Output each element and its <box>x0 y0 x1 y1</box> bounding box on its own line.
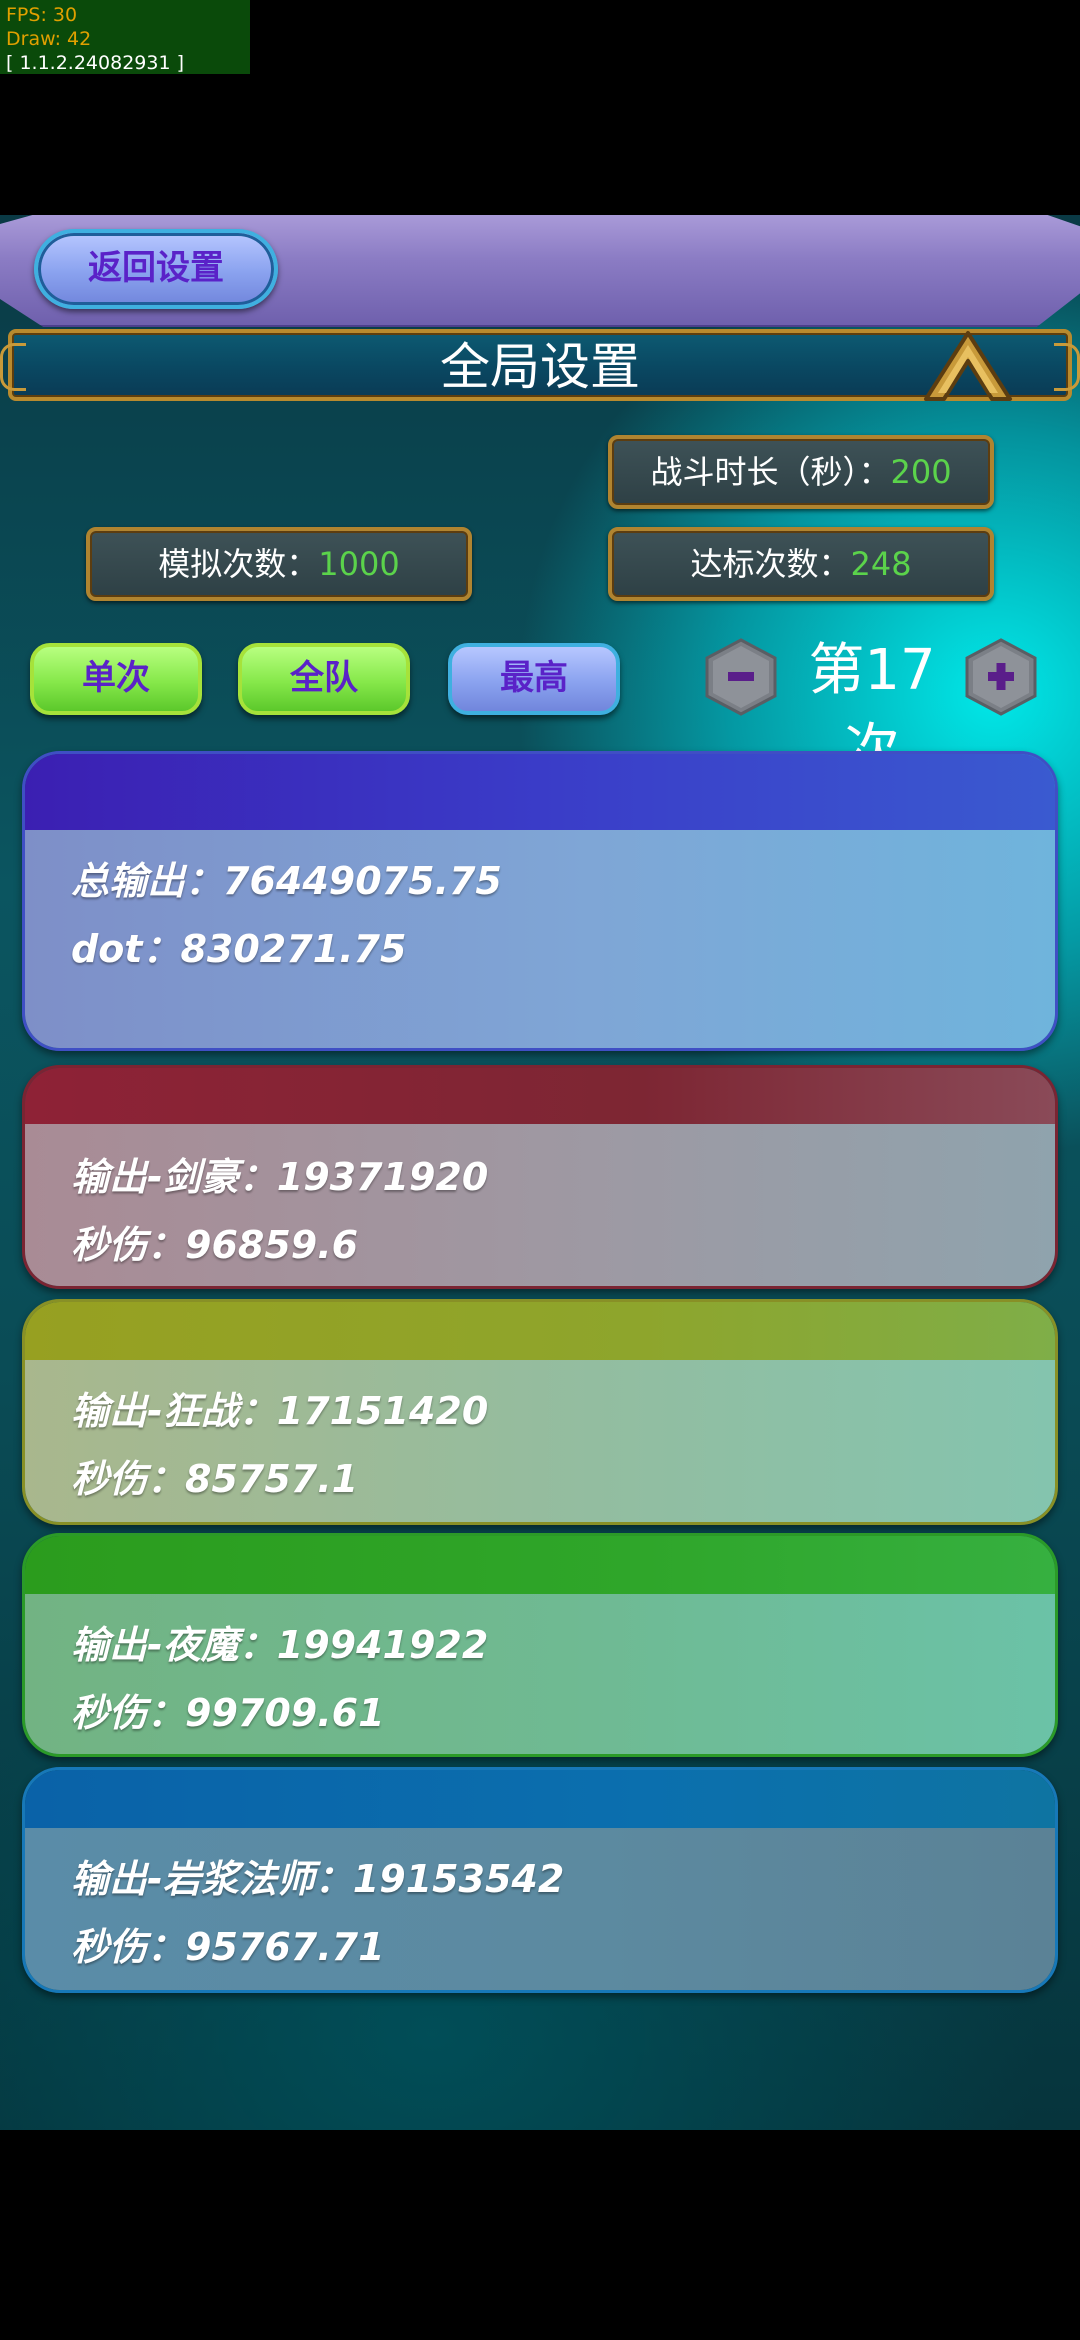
magma-mage-output-text: 输出-岩浆法师：19153542 <box>71 1857 565 1901</box>
max-mode-button[interactable]: 最高 <box>448 643 620 715</box>
title-ornament-right <box>1054 343 1080 391</box>
card-header <box>25 1770 1055 1828</box>
total-output-text: 总输出：76449075.75 <box>71 859 502 903</box>
kuangzhan-output-text: 输出-狂战：17151420 <box>71 1389 489 1433</box>
card-header <box>25 1536 1055 1594</box>
yemo-output-card: 输出-夜魔：19941922 秒伤：99709.61 <box>22 1533 1058 1757</box>
title-bar: 全局设置 <box>0 329 1080 401</box>
card-header <box>25 1068 1055 1124</box>
back-to-settings-button[interactable]: 返回设置 <box>34 229 278 309</box>
kuangzhan-output-card: 输出-狂战：17151420 秒伤：85757.1 <box>22 1299 1058 1525</box>
jianhao-dps-text: 秒伤：96859.6 <box>71 1223 359 1267</box>
total-output-card: 总输出：76449075.75 dot：830271.75 <box>22 751 1058 1051</box>
magma-mage-dps-text: 秒伤：95767.71 <box>71 1925 385 1969</box>
yemo-dps-text: 秒伤：99709.61 <box>71 1691 385 1735</box>
fps-counter: FPS: 30 <box>6 4 78 26</box>
target-count-label: 达标次数： <box>690 545 851 583</box>
simulation-count-value: 1000 <box>318 545 400 583</box>
draw-counter: Draw: 42 <box>6 28 92 50</box>
plus-hexagon-icon[interactable] <box>964 637 1038 717</box>
dot-output-text: dot：830271.75 <box>71 927 407 971</box>
chevron-up-icon[interactable] <box>920 323 1016 403</box>
battle-duration-label: 战斗时长（秒）： <box>650 453 891 491</box>
game-screen: 返回设置 全局设置 战斗时长（秒）：200 模拟次数：1000 达标次数：248… <box>0 215 1080 2130</box>
battle-duration-panel: 战斗时长（秒）：200 <box>608 435 994 509</box>
card-header <box>25 1302 1055 1360</box>
card-header <box>25 754 1055 830</box>
page-title: 全局设置 <box>440 338 640 396</box>
simulation-count-panel: 模拟次数：1000 <box>86 527 472 601</box>
kuangzhan-dps-text: 秒伤：85757.1 <box>71 1457 359 1501</box>
battle-duration-value: 200 <box>890 453 952 491</box>
yemo-output-text: 输出-夜魔：19941922 <box>71 1623 489 1667</box>
minus-hexagon-icon[interactable] <box>704 637 778 717</box>
team-mode-button[interactable]: 全队 <box>238 643 410 715</box>
version-label: [ 1.1.2.24082931 ] <box>6 52 184 74</box>
target-count-value: 248 <box>850 545 912 583</box>
simulation-count-label: 模拟次数： <box>158 545 319 583</box>
target-count-panel: 达标次数：248 <box>608 527 994 601</box>
single-mode-button[interactable]: 单次 <box>30 643 202 715</box>
jianhao-output-text: 输出-剑豪：19371920 <box>71 1155 489 1199</box>
magma-mage-output-card: 输出-岩浆法师：19153542 秒伤：95767.71 <box>22 1767 1058 1993</box>
debug-overlay: FPS: 30 Draw: 42 [ 1.1.2.24082931 ] <box>0 0 250 74</box>
jianhao-output-card: 输出-剑豪：19371920 秒伤：96859.6 <box>22 1065 1058 1289</box>
round-number-label: 第17次 <box>808 638 936 783</box>
